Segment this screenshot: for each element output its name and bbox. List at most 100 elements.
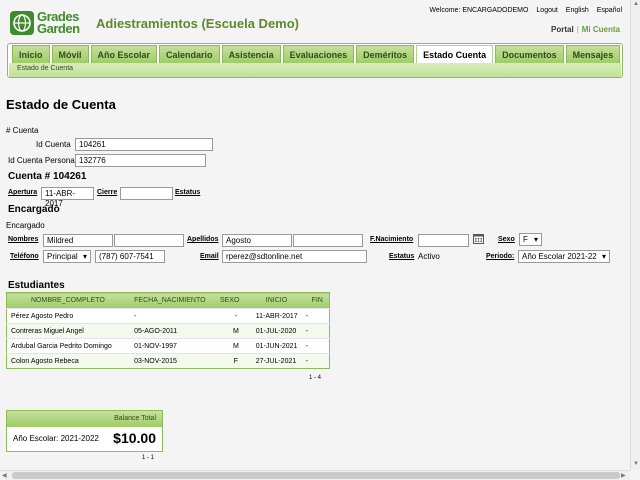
id-persona-field[interactable]: 132776 (75, 154, 206, 167)
col-fecha-nacimiento[interactable]: FECHA_NACIMIENTO (130, 292, 216, 309)
col-inicio[interactable]: INICIO (251, 292, 302, 309)
sub-nav: Estado de Cuenta (9, 63, 621, 77)
cell-nombre: Colon Agosto Rebeca (6, 353, 131, 369)
apertura-label[interactable]: Apertura (8, 189, 37, 196)
id-cuenta-field[interactable]: 104261 (75, 138, 213, 151)
horizontal-scrollbar[interactable]: ◀ ▶ (0, 470, 630, 480)
portal-links: Portal | Mi Cuenta (551, 25, 620, 34)
students-pager: 1 - 4 (309, 375, 322, 381)
email-label[interactable]: Email (200, 253, 219, 260)
nombre-field-2[interactable] (114, 234, 184, 247)
balance-box: Balance Total Año Escolar: 2021-2022 $10… (6, 410, 163, 452)
telefono-label[interactable]: Teléfono (10, 253, 39, 260)
cell-fin: - (301, 323, 330, 339)
calendar-icon[interactable] (473, 233, 484, 246)
tab-demeritos[interactable]: Deméritos (356, 45, 415, 63)
tab-ano-escolar[interactable]: Año Escolar (90, 45, 158, 63)
portal-link[interactable]: Portal (551, 25, 574, 34)
page-title: Estado de Cuenta (6, 97, 116, 112)
scroll-down-icon[interactable]: ▼ (633, 461, 639, 467)
cell-inicio: 27-JUL-2021 (251, 353, 302, 369)
id-persona-label: Id Cuenta Persona (8, 156, 75, 165)
students-table: NOMBRE_COMPLETO FECHA_NACIMIENTO SEXO IN… (6, 292, 330, 369)
account-section-label: # Cuenta (6, 126, 39, 135)
apellidos-label[interactable]: Apellidos (187, 236, 219, 243)
table-header-row: NOMBRE_COMPLETO FECHA_NACIMIENTO SEXO IN… (6, 292, 330, 309)
cell-fin: - (301, 353, 330, 369)
tab-documentos[interactable]: Documentos (495, 45, 564, 63)
cell-inicio: 01-JUN-2021 (251, 338, 302, 354)
telefono-type-value: Principal (47, 252, 78, 261)
sexo-label[interactable]: Sexo (498, 236, 515, 243)
link-separator: | (576, 25, 579, 34)
telefono-type-select[interactable]: Principal (43, 250, 91, 263)
cell-sexo: F (215, 353, 252, 369)
subnav-estado-cuenta[interactable]: Estado de Cuenta (17, 65, 73, 72)
apellido-field-1[interactable]: Agosto (222, 234, 292, 247)
cell-fecha: 05-AGO-2011 (130, 323, 216, 339)
periodo-label[interactable]: Periodo: (486, 253, 514, 260)
vertical-scrollbar[interactable]: ▲ ▼ (630, 0, 640, 470)
cierre-field[interactable] (120, 187, 173, 200)
logout-link[interactable]: Logout (536, 7, 557, 14)
tab-inicio[interactable]: Inicio (12, 45, 50, 63)
cell-nombre: Pérez Agosto Pedro (6, 308, 131, 324)
balance-header-label: Balance Total (114, 415, 156, 422)
sexo-select[interactable]: F (519, 233, 542, 246)
telefono-field[interactable]: (787) 607-7541 (95, 250, 165, 263)
cell-sexo: - (215, 308, 252, 324)
cell-sexo: M (215, 323, 252, 339)
encargado-heading: Encargado (8, 204, 60, 215)
students-heading: Estudiantes (8, 280, 65, 291)
col-nombre[interactable]: NOMBRE_COMPLETO (6, 292, 131, 309)
scroll-left-icon[interactable]: ◀ (2, 472, 7, 479)
table-row[interactable]: Pérez Agosto Pedro - - 11-ABR-2017 - (6, 308, 330, 324)
nombre-field-1[interactable]: Mildred (43, 234, 113, 247)
tab-asistencia[interactable]: Asistencia (221, 45, 281, 63)
estatus-label[interactable]: Estatus (175, 189, 200, 196)
table-row[interactable]: Ardubal Garcia Pedrito Domingo 01-NOV-19… (6, 338, 330, 354)
cell-fecha: 03-NOV-2015 (130, 353, 216, 369)
cell-inicio: 01-JUL-2020 (251, 323, 302, 339)
welcome-text: Welcome: ENCARGADODEMO (429, 7, 529, 14)
tab-calendario[interactable]: Calendario (159, 45, 220, 63)
nombres-label[interactable]: Nombres (8, 236, 38, 243)
nacimiento-label[interactable]: F.Nacimiento (370, 236, 413, 243)
table-row[interactable]: Contreras Miguel Angel 05-AGO-2011 M 01-… (6, 323, 330, 339)
grades-garden-logo[interactable]: Grades Garden (10, 9, 90, 36)
tab-movil[interactable]: Móvil (51, 45, 89, 63)
sexo-select-value: F (523, 235, 528, 244)
scroll-up-icon[interactable]: ▲ (633, 1, 639, 7)
tab-estado-cuenta[interactable]: Estado Cuenta (416, 45, 494, 63)
apellido-field-2[interactable] (293, 234, 363, 247)
cell-nombre: Ardubal Garcia Pedrito Domingo (6, 338, 131, 354)
cell-fecha: 01-NOV-1997 (130, 338, 216, 354)
main-nav: Inicio Móvil Año Escolar Calendario Asis… (7, 43, 623, 78)
encargado-sub-label: Encargado (6, 221, 45, 230)
tab-evaluaciones[interactable]: Evaluaciones (282, 45, 355, 63)
table-row[interactable]: Colon Agosto Rebeca 03-NOV-2015 F 27-JUL… (6, 353, 330, 369)
periodo-select[interactable]: Año Escolar 2021-22 (518, 250, 610, 263)
cell-fecha: - (130, 308, 216, 324)
cierre-label[interactable]: Cierre (97, 189, 117, 196)
scroll-right-icon[interactable]: ▶ (621, 472, 626, 479)
col-fin[interactable]: FIN (301, 292, 330, 309)
id-cuenta-label: Id Cuenta (36, 140, 71, 149)
balance-pager: 1 - 1 (142, 455, 155, 461)
cell-nombre: Contreras Miguel Angel (6, 323, 131, 339)
mi-cuenta-link[interactable]: Mi Cuenta (582, 25, 620, 34)
cell-fin: - (301, 308, 330, 324)
balance-header: Balance Total (7, 411, 162, 427)
nacimiento-field[interactable] (418, 234, 469, 247)
col-sexo[interactable]: SEXO (215, 292, 252, 309)
spanish-link[interactable]: Español (597, 7, 622, 14)
cell-fin: - (301, 338, 330, 354)
email-field[interactable]: rperez@sdtonline.net (222, 250, 367, 263)
horizontal-scroll-thumb[interactable] (12, 472, 620, 479)
nav-tabs: Inicio Móvil Año Escolar Calendario Asis… (12, 45, 622, 63)
tab-mensajes[interactable]: Mensajes (565, 45, 621, 63)
english-link[interactable]: English (566, 7, 589, 14)
logo-text: Grades Garden (37, 9, 80, 36)
encargado-estatus-label[interactable]: Estatus (389, 253, 414, 260)
apertura-field[interactable]: 11-ABR-2017 (41, 187, 94, 208)
